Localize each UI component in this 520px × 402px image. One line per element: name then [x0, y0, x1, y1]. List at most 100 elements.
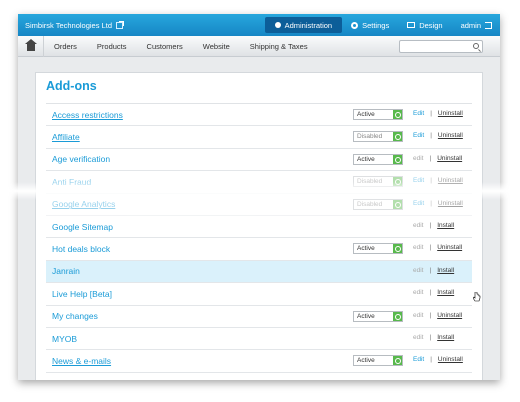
logout-icon[interactable]	[485, 21, 492, 29]
status-value: Active	[357, 111, 375, 118]
edit-link[interactable]: Edit	[413, 356, 424, 363]
addon-row[interactable]: News & e-mails Active Edit | Uninstall	[46, 350, 472, 373]
nav-website[interactable]: Website	[193, 36, 240, 57]
addon-row[interactable]: MYOB edit | Install	[46, 328, 472, 351]
addon-row[interactable]: Age verification Active edit | Uninstall	[46, 149, 472, 172]
edit-link[interactable]: edit	[413, 312, 423, 319]
nav-shipping-taxes[interactable]: Shipping & Taxes	[240, 36, 318, 57]
search-icon[interactable]	[473, 43, 479, 49]
addon-name[interactable]: News & e-mails	[52, 356, 111, 366]
addon-name[interactable]: Access restrictions	[52, 110, 123, 120]
edit-link[interactable]: edit	[413, 267, 423, 274]
settings-icon	[351, 21, 359, 29]
status-value: Disabled	[357, 133, 383, 141]
addon-name: My changes	[52, 311, 98, 322]
addon-name: MYOB	[52, 333, 78, 344]
status-value: Active	[357, 357, 375, 365]
uninstall-link[interactable]: Uninstall	[437, 155, 462, 162]
addon-row[interactable]: Hot deals block Active edit | Uninstall	[46, 238, 472, 261]
addons-panel: Add-ons Access restrictions Active Edit | Un…	[35, 72, 483, 380]
refresh-icon[interactable]	[393, 154, 402, 164]
addon-actions: edit | Install	[413, 334, 454, 341]
uninstall-link[interactable]: Uninstall	[437, 312, 462, 319]
status-value: Active	[357, 312, 375, 320]
top-bar: Simbirsk Technologies Ltd Administration…	[18, 14, 500, 36]
refresh-icon[interactable]	[393, 132, 402, 142]
edit-link[interactable]: edit	[413, 222, 423, 229]
status-value: Active	[357, 245, 375, 253]
addon-row[interactable]: Live Help [Beta] edit | Install	[46, 283, 472, 306]
addon-actions: edit | Install	[413, 289, 454, 296]
action-separator: |	[430, 199, 432, 207]
nav-customers[interactable]: Customers	[137, 36, 193, 57]
tab-settings-label: Settings	[362, 20, 390, 30]
action-separator: |	[429, 154, 432, 162]
brand-name[interactable]: Simbirsk Technologies Ltd	[25, 21, 112, 30]
action-separator: |	[430, 356, 432, 364]
action-separator: |	[429, 289, 432, 297]
addon-row[interactable]: My changes Active edit | Uninstall	[46, 306, 472, 328]
home-button[interactable]	[18, 35, 44, 57]
edit-link[interactable]: Edit	[413, 132, 424, 139]
addon-row[interactable]: Access restrictions Active Edit | Uninstall	[46, 104, 472, 127]
addon-actions: edit | Uninstall	[413, 244, 462, 251]
edit-link[interactable]: edit	[413, 155, 423, 162]
tab-administration[interactable]: Administration	[264, 17, 343, 33]
addon-name: Janrain	[52, 266, 80, 277]
install-link[interactable]: Install	[437, 289, 454, 296]
status-select[interactable]: Active	[353, 109, 403, 120]
tab-settings[interactable]: Settings	[342, 14, 398, 36]
external-link-icon[interactable]	[116, 20, 124, 29]
refresh-icon[interactable]	[393, 356, 402, 366]
addon-actions: edit | Uninstall	[413, 312, 462, 319]
tab-design[interactable]: Design	[398, 14, 451, 36]
status-select[interactable]: Active	[353, 153, 403, 165]
refresh-icon[interactable]	[393, 311, 402, 321]
action-separator: |	[429, 311, 432, 319]
uninstall-link[interactable]: Uninstall	[438, 200, 463, 207]
search-input[interactable]	[399, 40, 483, 53]
action-separator: |	[430, 110, 432, 117]
refresh-icon[interactable]	[393, 110, 402, 119]
addon-name: Age verification	[52, 154, 111, 165]
addon-row[interactable]: Google Sitemap edit | Install	[46, 216, 472, 239]
addon-name[interactable]: Google Analytics	[52, 199, 115, 209]
addon-name: Live Help [Beta]	[52, 288, 113, 299]
uninstall-link[interactable]: Uninstall	[438, 132, 463, 139]
install-link[interactable]: Install	[437, 222, 454, 229]
addon-row[interactable]: Janrain edit | Install	[46, 260, 472, 284]
user-name: admin	[460, 20, 481, 30]
install-link[interactable]: Install	[437, 334, 454, 341]
uninstall-link[interactable]: Uninstall	[438, 110, 463, 117]
uninstall-link[interactable]: Uninstall	[438, 356, 463, 363]
status-value: Active	[357, 155, 375, 163]
install-link[interactable]: Install	[437, 267, 454, 274]
addon-actions: Edit | Uninstall	[413, 110, 463, 117]
refresh-icon[interactable]	[393, 244, 402, 254]
edit-link[interactable]: Edit	[413, 200, 424, 207]
nav-products[interactable]: Products	[87, 36, 137, 57]
action-separator: |	[429, 333, 432, 341]
refresh-icon[interactable]	[393, 199, 402, 209]
admin-icon	[274, 22, 281, 28]
nav-orders[interactable]: Orders	[44, 36, 87, 57]
home-icon	[24, 38, 37, 51]
edit-link[interactable]: edit	[413, 289, 423, 296]
edit-link[interactable]: Edit	[413, 110, 424, 117]
action-separator: |	[429, 266, 432, 274]
addon-name[interactable]: Affiliate	[52, 132, 80, 142]
user-menu[interactable]: admin	[452, 14, 500, 36]
uninstall-link[interactable]: Uninstall	[437, 244, 462, 251]
edit-link[interactable]: edit	[413, 334, 423, 341]
status-select[interactable]: Active	[353, 310, 403, 322]
action-separator: |	[430, 132, 432, 140]
status-select[interactable]: Disabled	[353, 198, 403, 210]
edit-link[interactable]: edit	[413, 244, 423, 251]
status-select[interactable]: Disabled	[353, 131, 403, 143]
addon-actions: Edit | Uninstall	[413, 356, 463, 363]
status-select[interactable]: Active	[353, 355, 403, 367]
addon-row[interactable]: Affiliate Disabled Edit | Uninstall	[46, 126, 472, 149]
brand[interactable]: Simbirsk Technologies Ltd	[18, 20, 124, 30]
addon-name: Hot deals block	[52, 244, 111, 255]
status-select[interactable]: Active	[353, 243, 403, 255]
